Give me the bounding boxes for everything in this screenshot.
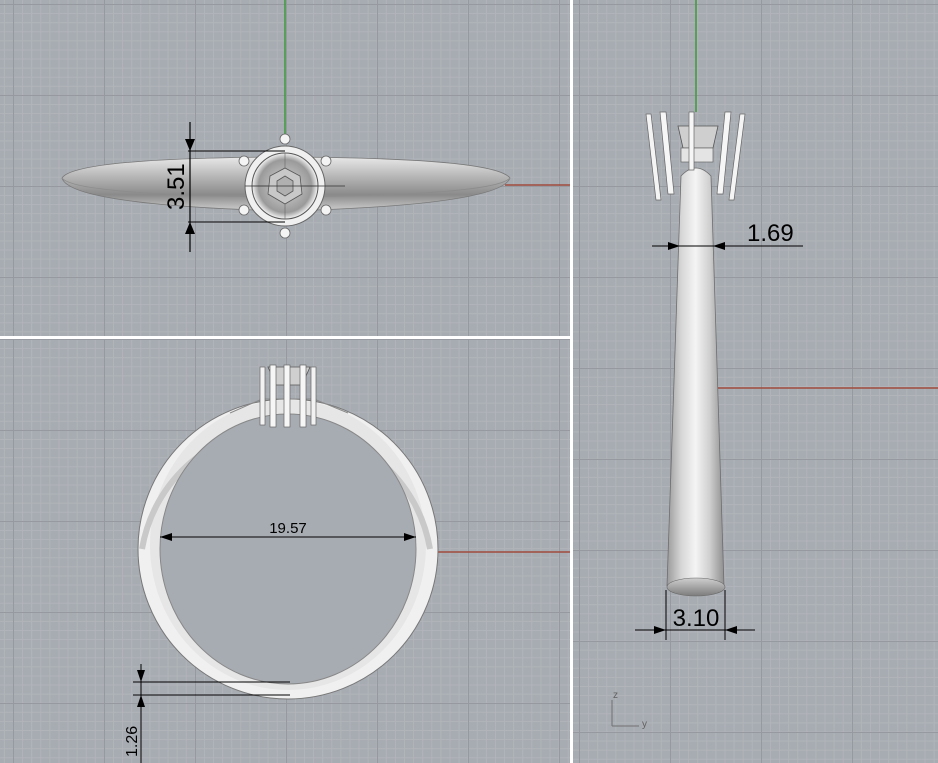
- prong-top: [279, 133, 291, 145]
- dimension-1-69: 1.69: [652, 220, 803, 250]
- axis-widget-z-label: z: [613, 690, 618, 701]
- dimension-3-51-label: 3.51: [163, 163, 190, 210]
- dimension-1-69-label: 1.69: [747, 220, 794, 247]
- prong-bottom-right: [320, 204, 332, 216]
- prong-bottom-left: [238, 204, 250, 216]
- prong-top-right: [320, 155, 332, 167]
- dimension-3-10-label: 3.10: [673, 605, 720, 632]
- dimension-19-57-label: 19.57: [269, 520, 307, 537]
- prong-top-left: [238, 155, 250, 167]
- axis-widget: z y: [611, 690, 647, 730]
- gemstone-side-right: [677, 125, 719, 149]
- front-view-canvas: 19.57 1.26: [124, 364, 570, 763]
- top-view-canvas: 3.51: [61, 0, 570, 252]
- horizontal-divider[interactable]: [0, 336, 570, 339]
- axis-widget-y-label: y: [642, 719, 647, 730]
- right-viewport[interactable]: 1.69 3.10 z y: [573, 0, 938, 763]
- rhino-viewport-layout: 3.51 19.57 1.26 1.69 3.10 z y: [0, 0, 938, 763]
- vertical-divider[interactable]: [570, 0, 573, 763]
- ring-inner-hole: [159, 413, 417, 685]
- ring-shank-side: [666, 167, 725, 591]
- top-viewport[interactable]: 3.51: [0, 0, 570, 336]
- front-viewport[interactable]: 19.57 1.26: [0, 339, 570, 763]
- dimension-3-10: 3.10: [635, 590, 755, 640]
- right-view-canvas: 1.69 3.10 z y: [611, 0, 938, 730]
- prong-bottom: [279, 227, 291, 239]
- dimension-1-26-label: 1.26: [124, 726, 141, 757]
